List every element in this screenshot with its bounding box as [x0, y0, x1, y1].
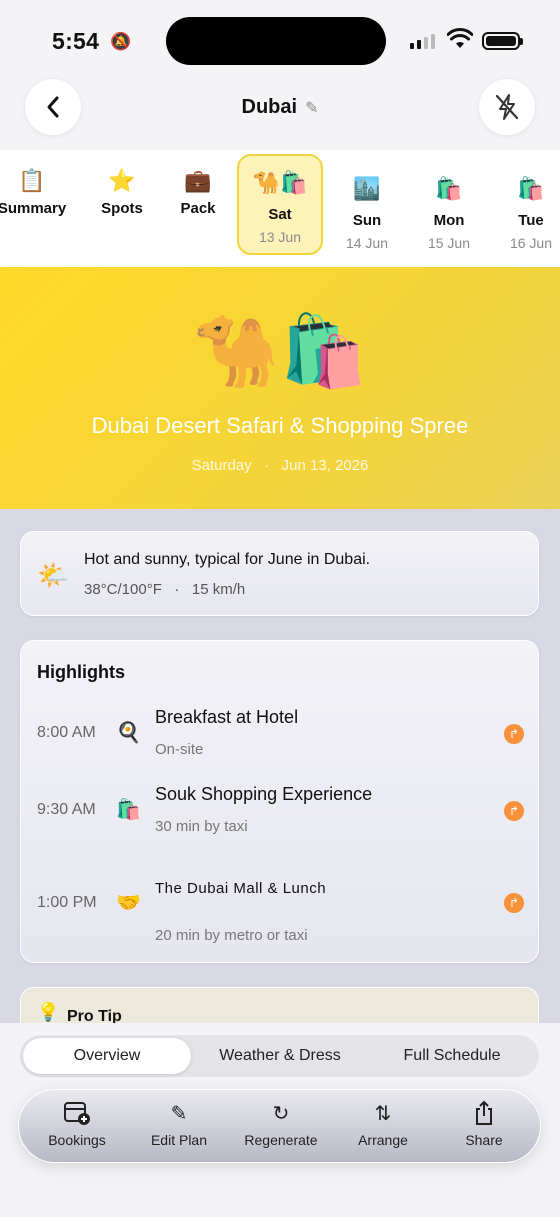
flash-off-icon: [495, 94, 519, 120]
sun-behind-cloud-icon: 🌤️: [37, 560, 70, 590]
separator-dot: ·: [255, 457, 278, 474]
tab-summary[interactable]: 📋 Summary: [0, 150, 72, 217]
regenerate-button[interactable]: ↻ Regenerate: [236, 1090, 326, 1148]
wind-speed: 15 km/h: [191, 581, 246, 598]
trip-title-wrap[interactable]: Dubai ✎: [0, 96, 560, 119]
shopping-bags-icon: 🛍️: [435, 176, 463, 201]
flash-off-button[interactable]: [479, 79, 535, 135]
item-name: The Dubai Mall & Lunch: [155, 880, 327, 897]
action-toolbar: Bookings ✎ Edit Plan ↻ Regenerate ⇅ Arra…: [18, 1089, 541, 1163]
separator-dot: ·: [166, 581, 188, 598]
trip-title: Dubai: [241, 96, 298, 118]
view-segmented-control: Overview Weather & Dress Full Schedule: [20, 1035, 539, 1077]
toolbar-label: Share: [465, 1132, 503, 1148]
frying-pan-icon: 🍳: [116, 722, 141, 744]
day-label: Pack: [180, 200, 216, 217]
weather-summary: Hot and sunny, typical for June in Dubai…: [84, 551, 371, 568]
cellular-signal-icon: [410, 33, 435, 49]
weather-card[interactable]: 🌤️ Hot and sunny, typical for June in Du…: [20, 531, 539, 616]
day-label: Mon: [433, 212, 465, 229]
shopping-bags-icon: 🛍️: [517, 176, 545, 201]
item-time: 1:00 PM: [37, 894, 97, 911]
day-tab-sat[interactable]: 🐪🛍️ Sat 13 Jun: [237, 154, 323, 255]
refresh-icon: ↻: [272, 1103, 290, 1125]
arrange-button[interactable]: ⇅ Arrange: [338, 1090, 428, 1148]
day-label: Spots: [101, 200, 143, 217]
day-date: 15 Jun: [427, 235, 471, 251]
edit-title-icon[interactable]: ✎: [305, 98, 318, 118]
lightbulb-icon: 💡: [37, 1002, 60, 1022]
navigate-arrow-icon[interactable]: ↱: [504, 724, 524, 744]
briefcase-icon: 💼: [184, 168, 212, 193]
wifi-icon: [447, 28, 473, 48]
item-travel: 30 min by taxi: [155, 818, 248, 835]
day-tab-sun[interactable]: 🏙️ Sun 14 Jun: [327, 150, 407, 251]
day-hero: 🐪🛍️ Dubai Desert Safari & Shopping Spree…: [0, 267, 560, 509]
temperature: 38°C/100°F: [84, 581, 162, 598]
pencil-icon: ✎: [170, 1103, 188, 1125]
share-button[interactable]: Share: [439, 1090, 529, 1148]
day-label: Summary: [0, 200, 67, 217]
item-travel: On-site: [155, 741, 204, 758]
status-bar: 5:54 🔕: [0, 0, 560, 80]
hero-weekday: Saturday: [191, 457, 252, 474]
tab-full-schedule[interactable]: Full Schedule: [368, 1038, 536, 1074]
handshake-icon: 🤝: [116, 892, 141, 914]
toolbar-label: Bookings: [48, 1132, 106, 1148]
day-date: 16 Jun: [509, 235, 553, 251]
day-label: Tue: [518, 212, 544, 229]
hero-date: Jun 13, 2026: [281, 457, 369, 474]
bookings-button[interactable]: Bookings: [32, 1090, 122, 1148]
navigate-arrow-icon[interactable]: ↱: [504, 801, 524, 821]
tab-spots[interactable]: ⭐ Spots: [82, 150, 162, 217]
navigate-arrow-icon[interactable]: ↱: [504, 893, 524, 913]
shopping-bags-icon: 🛍️: [116, 799, 141, 821]
tab-weather-dress[interactable]: Weather & Dress: [195, 1038, 365, 1074]
day-selector: 📋 Summary ⭐ Spots 💼 Pack 🐪🛍️ Sat 13 Jun …: [0, 150, 560, 267]
clipboard-icon: 📋: [18, 168, 46, 193]
toolbar-label: Edit Plan: [150, 1132, 208, 1148]
camel-shopping-icon: 🐪🛍️: [252, 170, 308, 195]
item-name: Breakfast at Hotel: [155, 707, 299, 727]
day-date: 13 Jun: [258, 229, 302, 245]
day-title: Dubai Desert Safari & Shopping Spree: [91, 413, 469, 438]
cityscape-icon: 🏙️: [353, 176, 381, 201]
tab-overview[interactable]: Overview: [23, 1038, 191, 1074]
day-date-line: Saturday · Jun 13, 2026: [0, 457, 560, 474]
item-travel: 20 min by metro or taxi: [155, 927, 308, 944]
battery-icon: [482, 32, 523, 50]
item-time: 9:30 AM: [37, 801, 96, 818]
toolbar-label: Arrange: [358, 1132, 408, 1148]
tab-pack[interactable]: 💼 Pack: [158, 150, 238, 217]
day-date: 14 Jun: [345, 235, 389, 251]
day-label: Sat: [268, 206, 292, 223]
dynamic-island: [166, 17, 386, 65]
highlights-card: Highlights 8:00 AM 🍳 Breakfast at Hotel …: [20, 640, 539, 963]
day-tab-mon[interactable]: 🛍️ Mon 15 Jun: [409, 150, 489, 251]
toolbar-label: Regenerate: [244, 1132, 318, 1148]
item-name: Souk Shopping Experience: [155, 784, 373, 804]
camel-shopping-icon: 🐪🛍️: [192, 312, 368, 390]
item-time: 8:00 AM: [37, 724, 96, 741]
edit-plan-button[interactable]: ✎ Edit Plan: [134, 1090, 224, 1148]
day-label: Sun: [352, 212, 382, 229]
day-tab-tue[interactable]: 🛍️ Tue 16 Jun: [491, 150, 560, 251]
share-icon: [439, 1100, 529, 1128]
swap-vertical-icon: ⇅: [374, 1103, 392, 1125]
status-time: 5:54: [52, 28, 100, 54]
bell-muted-icon: 🔕: [110, 32, 132, 51]
star-icon: ⭐: [108, 168, 136, 193]
weather-details: 38°C/100°F · 15 km/h: [84, 581, 245, 598]
highlights-heading: Highlights: [37, 662, 125, 682]
calendar-add-icon: [32, 1100, 122, 1128]
